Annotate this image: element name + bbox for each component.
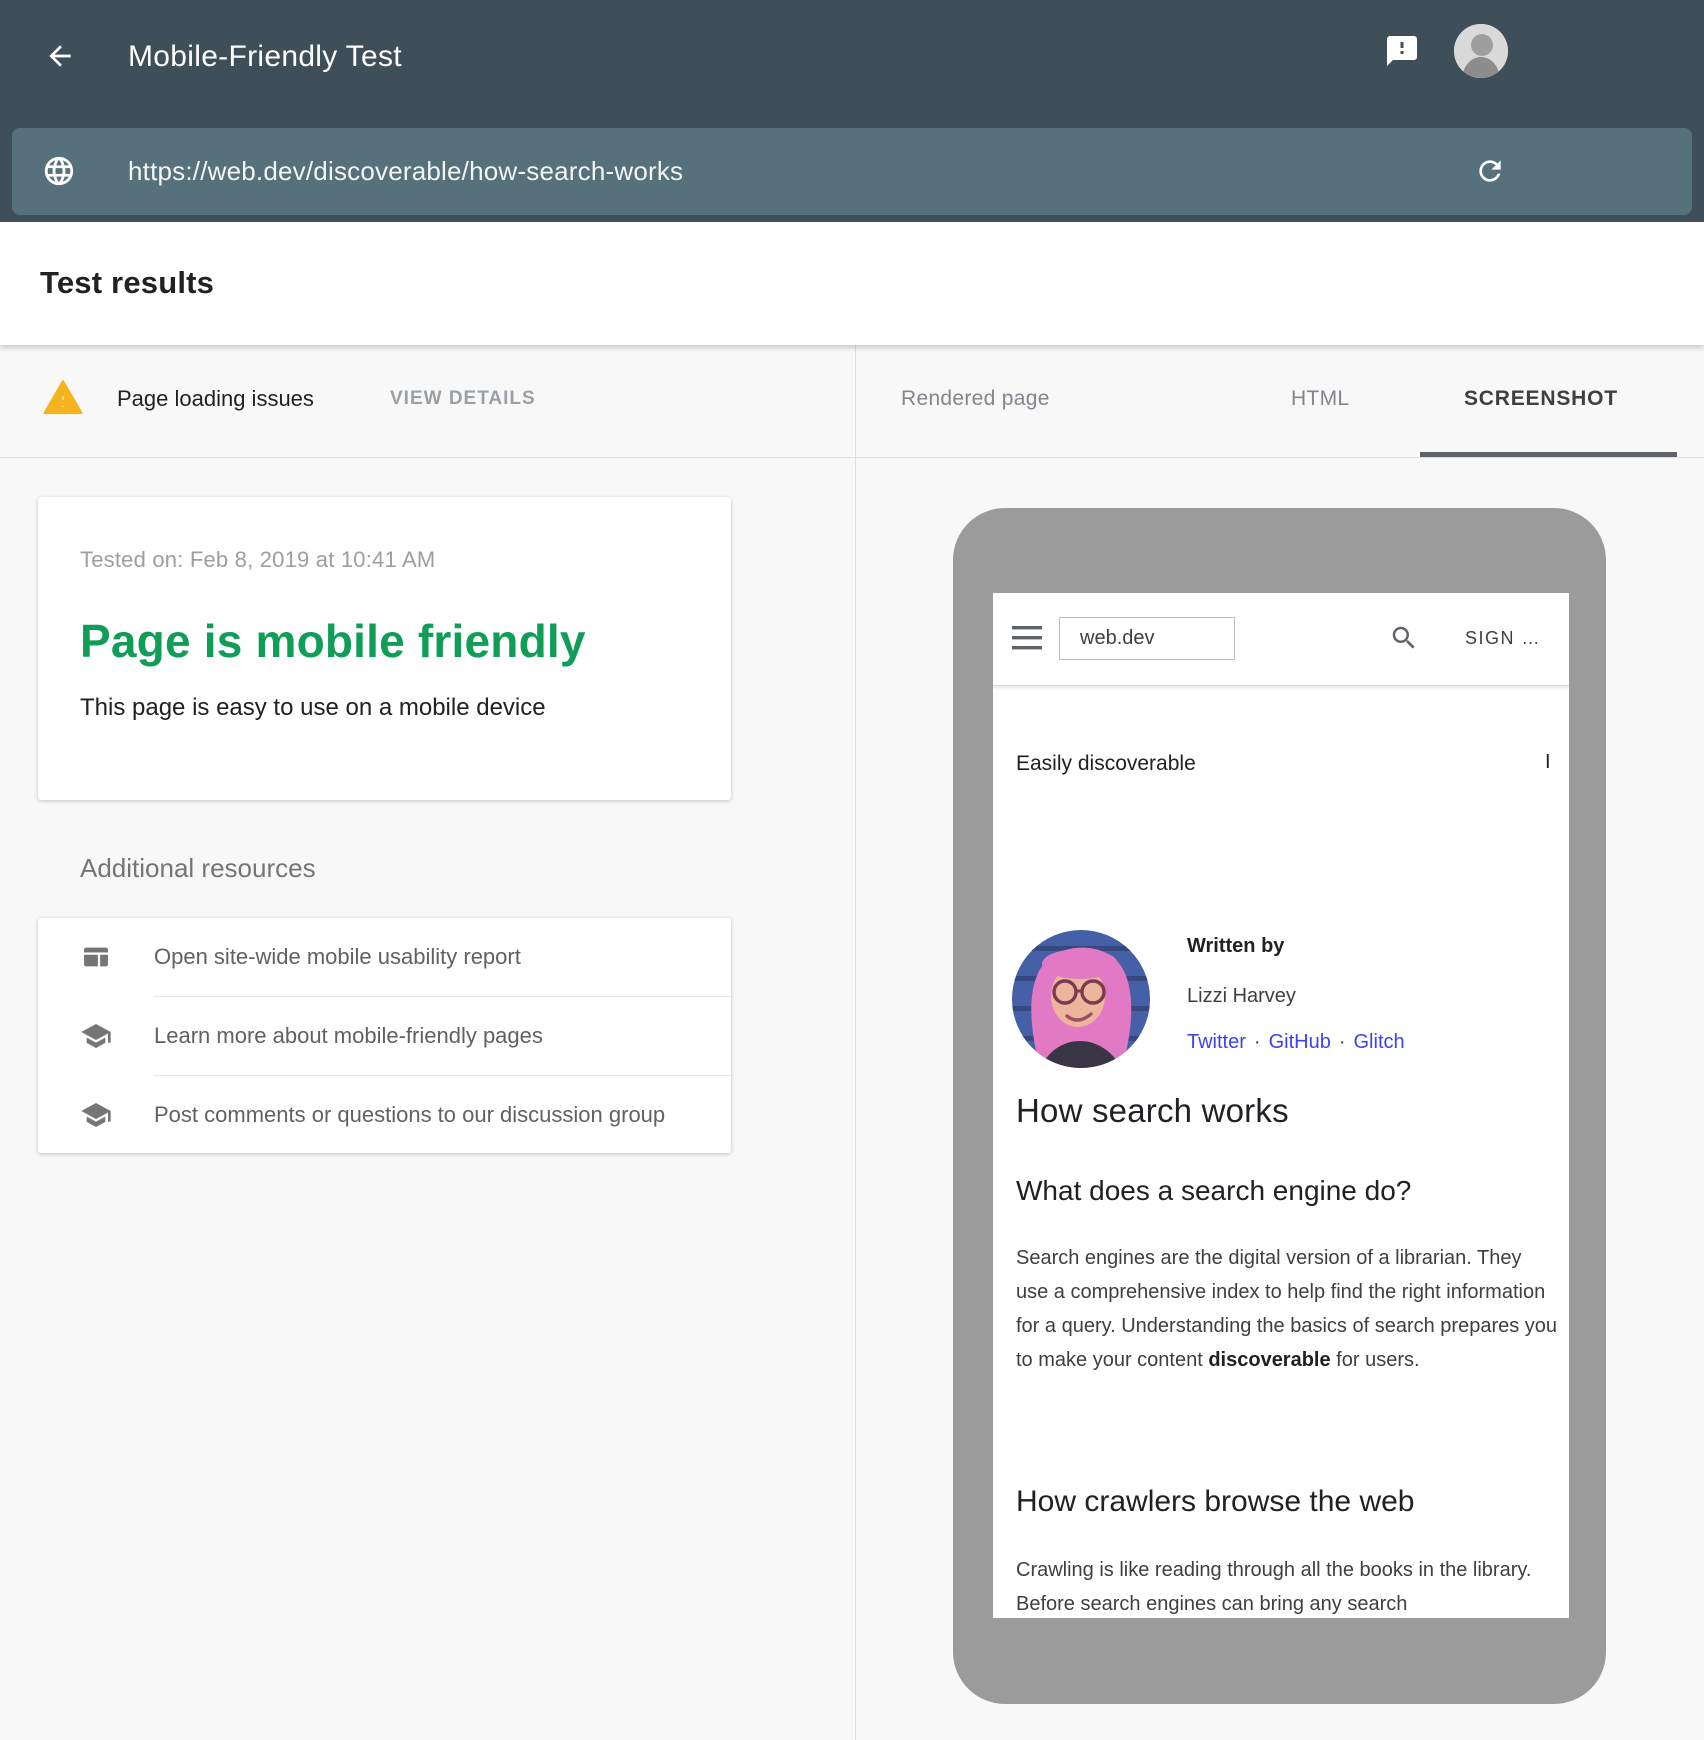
app-bar: Mobile-Friendly Test https://web.dev/dis… bbox=[0, 0, 1704, 222]
resource-item-discussion-group[interactable]: Post comments or questions to our discus… bbox=[38, 1076, 731, 1154]
refresh-icon[interactable] bbox=[1474, 155, 1506, 187]
article-section1-paragraph: Search engines are the digital version o… bbox=[1016, 1241, 1558, 1377]
page-title: Test results bbox=[40, 265, 214, 301]
usability-report-icon bbox=[80, 941, 112, 973]
article-section2-heading: How crawlers browse the web bbox=[1016, 1485, 1414, 1519]
verdict-description: This page is easy to use on a mobile dev… bbox=[80, 694, 689, 722]
mobile-site-header: web.dev SIGN … bbox=[993, 593, 1569, 686]
school-icon bbox=[80, 1020, 112, 1052]
url-text: https://web.dev/discoverable/how-search-… bbox=[128, 156, 683, 187]
tab-screenshot[interactable]: SCREENSHOT bbox=[1464, 387, 1618, 411]
resource-item-label: Learn more about mobile-friendly pages bbox=[154, 1023, 543, 1049]
phone-screenshot: web.dev SIGN … Easily discoverable I bbox=[993, 593, 1569, 1618]
panel-divider bbox=[855, 345, 856, 1740]
url-bar[interactable]: https://web.dev/discoverable/how-search-… bbox=[12, 128, 1692, 215]
warning-icon bbox=[43, 378, 83, 418]
content-area: Page loading issues VIEW DETAILS Rendere… bbox=[0, 345, 1704, 1740]
paragraph-bold-text: discoverable bbox=[1208, 1349, 1330, 1371]
mobile-friendly-test-app: Mobile-Friendly Test https://web.dev/dis… bbox=[0, 0, 1704, 1740]
article-section2-paragraph: Crawling is like reading through all the… bbox=[1016, 1553, 1558, 1618]
github-link[interactable]: GitHub bbox=[1269, 1031, 1331, 1053]
additional-resources-heading: Additional resources bbox=[80, 853, 316, 884]
twitter-link[interactable]: Twitter bbox=[1187, 1031, 1246, 1053]
row-divider bbox=[0, 457, 1704, 458]
verdict-text: Page is mobile friendly bbox=[80, 615, 689, 667]
glitch-link[interactable]: Glitch bbox=[1354, 1031, 1405, 1053]
feedback-icon[interactable] bbox=[1384, 33, 1420, 69]
article-title: How search works bbox=[1016, 1092, 1289, 1130]
app-title: Mobile-Friendly Test bbox=[128, 40, 402, 74]
author-avatar-photo bbox=[1012, 930, 1150, 1068]
tested-on-timestamp: Tested on: Feb 8, 2019 at 10:41 AM bbox=[80, 547, 689, 573]
mobile-url-value: web.dev bbox=[1080, 627, 1155, 650]
back-arrow-icon[interactable] bbox=[44, 40, 76, 72]
mobile-url-field[interactable]: web.dev bbox=[1059, 617, 1235, 660]
resource-item-learn-more[interactable]: Learn more about mobile-friendly pages bbox=[38, 997, 731, 1075]
author-avatar bbox=[1012, 930, 1150, 1068]
resource-item-usability-report[interactable]: Open site-wide mobile usability report bbox=[38, 918, 731, 996]
resource-item-label: Post comments or questions to our discus… bbox=[154, 1102, 665, 1128]
author-name: Lizzi Harvey bbox=[1187, 985, 1296, 1008]
sign-in-button[interactable]: SIGN … bbox=[1465, 628, 1541, 649]
active-tab-indicator bbox=[1420, 452, 1677, 457]
page-loading-issues-label: Page loading issues bbox=[117, 386, 314, 412]
view-details-button[interactable]: VIEW DETAILS bbox=[390, 388, 536, 410]
resources-card: Open site-wide mobile usability report L… bbox=[38, 918, 731, 1153]
phone-mockup: web.dev SIGN … Easily discoverable I bbox=[953, 508, 1606, 1704]
result-card: Tested on: Feb 8, 2019 at 10:41 AM Page … bbox=[38, 497, 731, 800]
site-section-title: Easily discoverable bbox=[1016, 752, 1196, 776]
link-separator: · bbox=[1246, 1031, 1269, 1053]
written-by-label: Written by bbox=[1187, 935, 1284, 958]
tab-rendered-page[interactable]: Rendered page bbox=[901, 387, 1050, 411]
globe-icon bbox=[42, 154, 76, 188]
results-header: Test results bbox=[0, 222, 1704, 345]
link-separator: · bbox=[1331, 1031, 1354, 1053]
truncated-text: I bbox=[1545, 751, 1551, 774]
search-icon[interactable] bbox=[1389, 623, 1419, 653]
user-avatar-photo bbox=[1454, 24, 1508, 78]
author-links: Twitter·GitHub·Glitch bbox=[1187, 1031, 1405, 1054]
hamburger-menu-icon[interactable] bbox=[1012, 625, 1042, 651]
article-section1-heading: What does a search engine do? bbox=[1016, 1175, 1411, 1207]
tab-html[interactable]: HTML bbox=[1291, 387, 1349, 411]
school-icon bbox=[80, 1099, 112, 1131]
resource-item-label: Open site-wide mobile usability report bbox=[154, 944, 521, 970]
user-avatar[interactable] bbox=[1454, 24, 1508, 78]
paragraph-text: for users. bbox=[1331, 1349, 1420, 1371]
